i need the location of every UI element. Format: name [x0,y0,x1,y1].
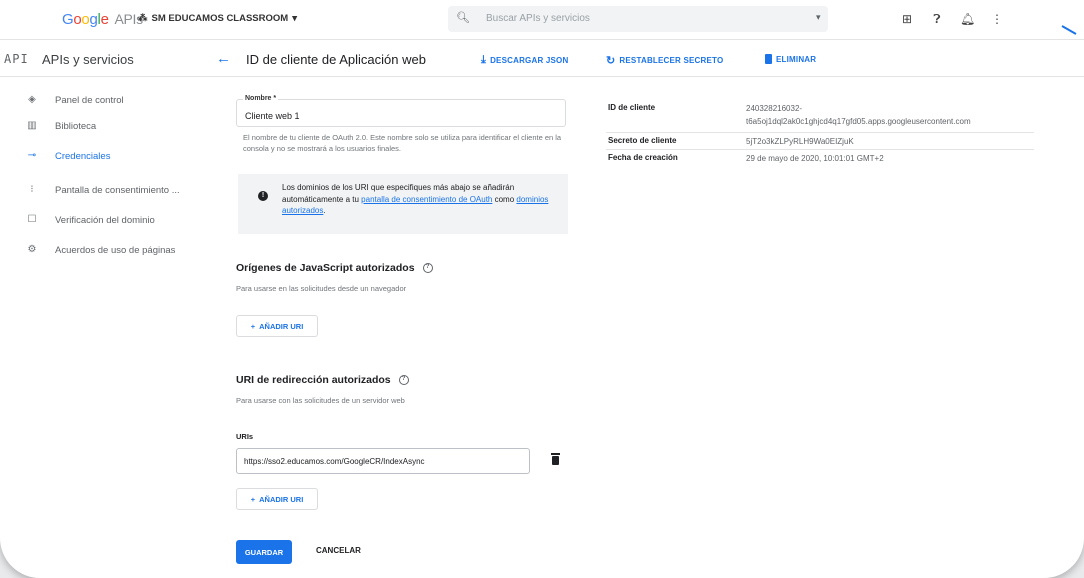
search-input[interactable]: 🔍︎ Buscar APIs y servicios ▾ [448,6,828,32]
consent-icon: ⁝ [30,184,34,195]
google-apis-logo[interactable]: Google APIs [62,11,143,28]
project-name: SM EDUCAMOS CLASSROOM [151,13,289,24]
dashboard-icon: ◈ [28,94,36,105]
refresh-icon: ↻ [606,55,616,67]
cursor-icon [1061,25,1077,35]
checkbox-icon: ☐ [27,214,37,225]
creation-date-value: 29 de mayo de 2020, 10:01:01 GMT+2 [746,154,884,163]
js-origins-title: Orígenes de JavaScript autorizados ? [236,262,433,274]
trash-icon [765,54,772,64]
download-json-button[interactable]: ⤓ DESCARGAR JSON [481,54,568,67]
info-notice: ! Los dominios de los URI que especifiqu… [238,174,568,234]
notifications-icon[interactable]: 🔔︎ [960,12,975,27]
name-field-label: Nombre * [243,95,279,102]
save-button[interactable]: GUARDAR [236,540,292,564]
download-icon: ⤓ [481,54,487,66]
sidebar-item-consent[interactable]: ⁝ Pantalla de consentimiento ... [0,182,200,202]
add-redirect-uri-button[interactable]: + AÑADIR URI [236,488,318,510]
js-origins-subtitle: Para usarse en las solicitudes desde un … [236,284,407,293]
section-title: APIs y servicios [42,52,134,67]
client-id-value-line1[interactable]: 240328216032- [746,103,802,115]
sidebar-item-library[interactable]: ▥ Biblioteca [0,118,200,138]
project-icon: ⁂ [138,13,148,24]
sidebar-item-credentials[interactable]: ⊸ Credenciales [0,148,200,168]
project-selector[interactable]: ⁂ SM EDUCAMOS CLASSROOM ▾ [138,13,297,24]
library-icon: ▥ [27,120,37,131]
delete-button[interactable]: ELIMINAR [765,54,816,64]
back-arrow-icon[interactable]: ← [216,50,231,67]
help-icon[interactable]: ❓︎ [930,12,944,27]
app-window: Google APIs ⁂ SM EDUCAMOS CLASSROOM ▾ 🔍︎… [0,0,1084,578]
divider [606,149,1034,150]
uris-label: URIs [236,432,254,441]
info-text: Los dominios de los URI que especifiques… [282,183,549,215]
consent-screen-link[interactable]: pantalla de consentimiento de OAuth [361,195,492,204]
chevron-down-icon: ▾ [292,13,297,24]
search-dropdown-icon[interactable]: ▾ [816,12,821,23]
divider [606,132,1034,133]
redirect-uris-title: URI de redirección autorizados ? [236,374,409,386]
name-helper-text: El nombre de tu cliente de OAuth 2.0. Es… [243,133,562,153]
sidebar-item-dashboard[interactable]: ◈ Panel de control [0,92,200,112]
redirect-uris-subtitle: Para usarse con las solicitudes de un se… [236,396,405,405]
client-secret-value[interactable]: 5jT2o3kZLPyRLH9Wa0EIZjuK [746,136,854,148]
cancel-button[interactable]: CANCELAR [316,546,361,555]
api-logo-icon: API [4,52,29,66]
top-icons: ⊞ ❓︎ 🔔︎ ⋮ [900,12,1004,27]
search-placeholder: Buscar APIs y servicios [486,13,590,24]
name-field-value[interactable]: Cliente web 1 [245,111,300,121]
redirect-uri-value[interactable]: https://sso2.educamos.com/GoogleCR/Index… [244,457,425,466]
client-id-label: ID de cliente [608,103,656,112]
plus-icon: + [250,321,256,331]
client-secret-label: Secreto de cliente [608,136,677,145]
client-id-value-line2[interactable]: t6a5oj1dql2ak0c1ghjcd4q17gfd05.apps.goog… [746,116,971,128]
help-icon[interactable]: ? [398,375,409,385]
creation-date-label: Fecha de creación [608,153,678,162]
plus-icon: + [250,494,256,504]
reset-secret-button[interactable]: ↻ RESTABLECER SECRETO [606,54,723,67]
more-options-icon[interactable]: ⋮ [990,12,1004,27]
sidebar-item-domain-verification[interactable]: ☐ Verificación del dominio [0,212,200,232]
search-icon: 🔍︎ [456,12,470,24]
gift-icon[interactable]: ⊞ [900,12,914,27]
top-bar: Google APIs ⁂ SM EDUCAMOS CLASSROOM ▾ 🔍︎… [0,0,1084,40]
settings-list-icon: ⚙ [27,244,37,255]
header-bar: API APIs y servicios ← ID de cliente de … [0,41,1084,77]
key-icon: ⊸ [27,150,37,161]
page-title: ID de cliente de Aplicación web [246,52,426,67]
info-icon: ! [258,191,268,201]
sidebar-item-page-agreements[interactable]: ⚙ Acuerdos de uso de páginas [0,242,200,262]
add-js-origin-button[interactable]: + AÑADIR URI [236,315,318,337]
delete-uri-icon[interactable] [551,453,560,465]
help-icon[interactable]: ? [422,263,433,273]
